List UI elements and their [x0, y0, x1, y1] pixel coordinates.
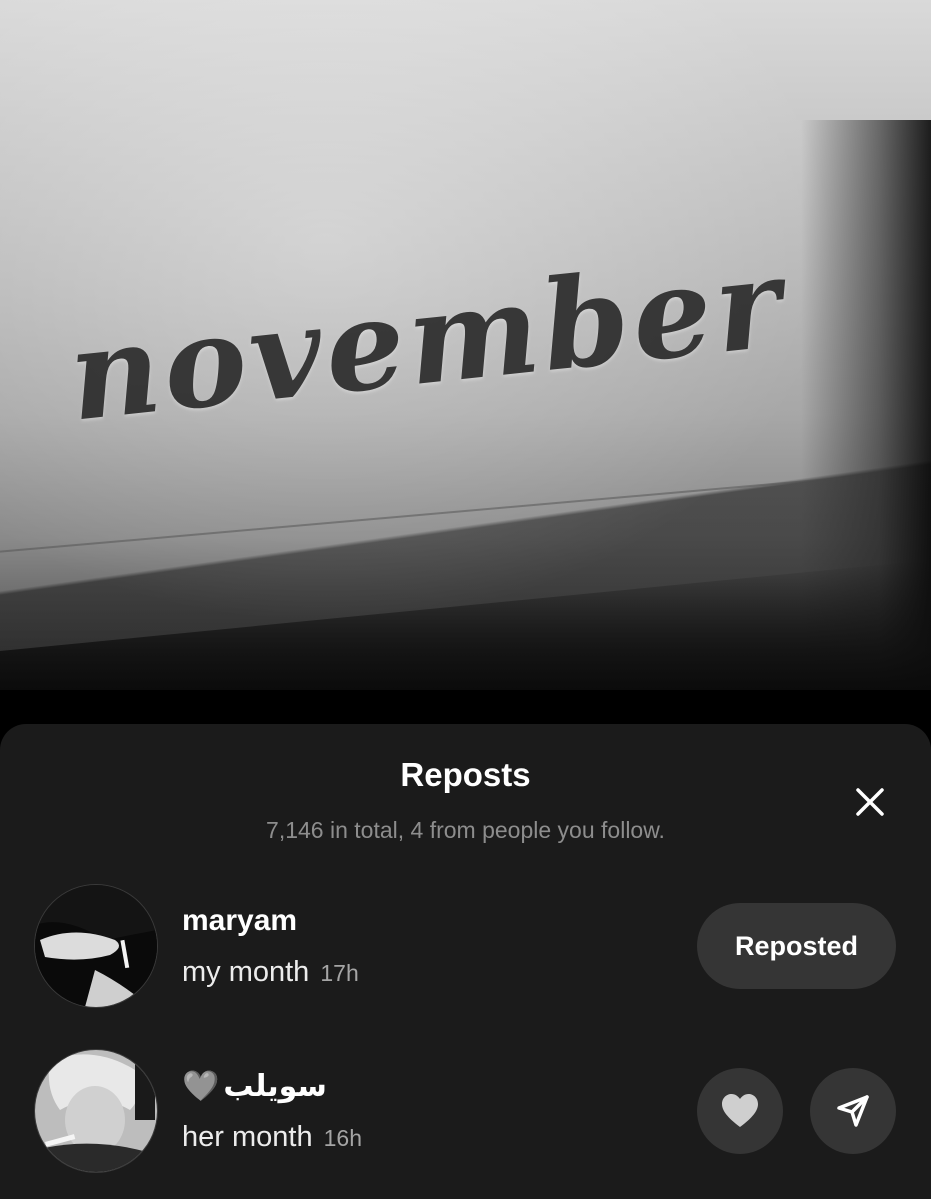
caption-text: my month [182, 956, 310, 988]
timestamp: 17h [320, 960, 359, 986]
post-image: november [0, 0, 931, 690]
name-emoji: 🩶 [182, 1070, 220, 1103]
send-icon [837, 1095, 869, 1127]
caption-text: her month [182, 1121, 313, 1153]
username-text: سويلب [223, 1070, 327, 1103]
close-button[interactable] [846, 778, 894, 826]
timestamp: 16h [323, 1125, 363, 1151]
repost-row: maryam my month 17h Reposted [0, 884, 931, 1009]
close-icon [856, 788, 884, 816]
share-button[interactable] [810, 1068, 896, 1154]
reposted-button[interactable]: Reposted [697, 903, 896, 989]
repost-caption: her month 16h [182, 1121, 362, 1154]
sheet-title: Reposts [400, 756, 531, 793]
username[interactable]: 🩶 سويلب [182, 1069, 327, 1104]
like-button[interactable] [697, 1068, 783, 1154]
repost-caption: my month 17h [182, 956, 359, 989]
heart-icon [722, 1094, 758, 1127]
sheet-subtitle: 7,146 in total, 4 from people you follow… [266, 817, 665, 843]
avatar[interactable] [34, 884, 158, 1008]
reposts-sheet: Reposts 7,146 in total, 4 from people yo… [0, 724, 931, 1199]
username[interactable]: maryam [182, 904, 297, 938]
repost-row: 🩶 سويلب her month 16h [0, 1049, 931, 1174]
avatar[interactable] [34, 1049, 158, 1173]
